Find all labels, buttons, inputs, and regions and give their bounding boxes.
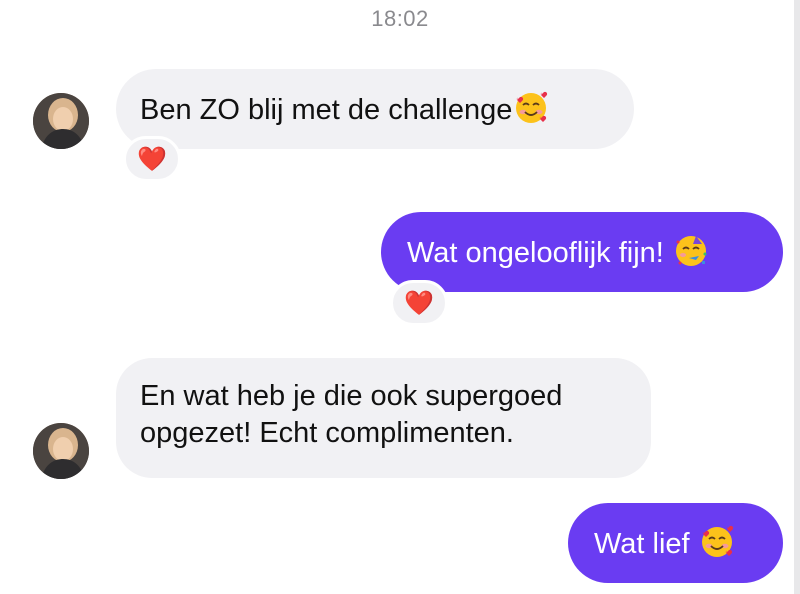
smiling-face-with-hearts-icon <box>701 525 733 557</box>
message-bubble-outgoing[interactable]: Wat ongelooflijk fijn! <box>381 212 783 292</box>
message-timestamp: 18:02 <box>371 6 429 31</box>
message-bubble-outgoing[interactable]: Wat lief <box>568 503 783 583</box>
smiling-face-with-hearts-icon <box>516 91 548 123</box>
message-bubble-incoming[interactable]: En wat heb je die ook supergoed opgezet!… <box>116 358 651 478</box>
avatar-photo <box>33 93 89 149</box>
scrollbar[interactable] <box>794 0 800 594</box>
message-bubble-incoming[interactable]: Ben ZO blij met de challenge <box>116 69 634 149</box>
contact-avatar[interactable] <box>33 423 89 479</box>
partying-face-icon <box>675 236 707 266</box>
heart-reaction-icon: ❤️ <box>404 289 434 317</box>
heart-reaction-icon: ❤️ <box>137 145 167 173</box>
message-text: Wat ongelooflijk fijn! <box>407 237 664 269</box>
reaction-badge[interactable]: ❤️ <box>123 136 181 182</box>
message-text-line: opgezet! Echt complimenten. <box>140 417 514 449</box>
message-text: Ben ZO blij met de challenge <box>140 94 513 126</box>
avatar-photo <box>33 423 89 479</box>
message-text: Wat lief <box>594 528 690 560</box>
contact-avatar[interactable] <box>33 93 89 149</box>
message-text-line: En wat heb je die ook supergoed <box>140 380 563 412</box>
reaction-badge[interactable]: ❤️ <box>390 280 448 326</box>
